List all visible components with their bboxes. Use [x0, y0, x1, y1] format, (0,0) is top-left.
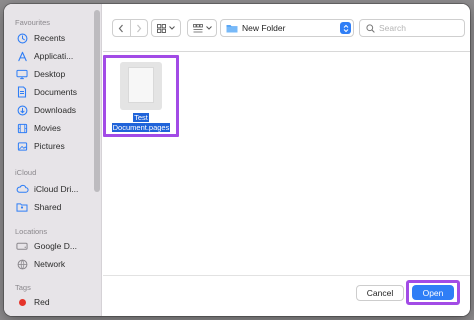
file-name-line1: Test: [133, 113, 149, 122]
cancel-button[interactable]: Cancel: [356, 285, 404, 301]
shared-folder-icon: [15, 200, 29, 214]
sidebar-item-label: Documents: [34, 87, 77, 97]
document-icon: [15, 85, 29, 99]
location-label: New Folder: [242, 23, 286, 33]
sidebar-item-label: Downloads: [34, 105, 77, 115]
applications-icon: [15, 49, 29, 63]
search-input[interactable]: [379, 23, 459, 33]
sidebar-item-documents[interactable]: Documents: [15, 84, 93, 100]
sidebar-item-label: Movies: [34, 123, 61, 133]
file-browser: Test Document.pages: [103, 53, 470, 316]
file-name: Test Document.pages: [108, 113, 174, 132]
sidebar-item-label: iCloud Dri...: [34, 184, 79, 194]
chevron-left-icon: [118, 24, 124, 32]
sidebar-item-movies[interactable]: Movies: [15, 120, 93, 136]
sidebar-item-label: Shared: [34, 202, 62, 212]
grid-view-icon: [157, 23, 166, 33]
group-icon: [192, 23, 203, 32]
chevron-right-icon: [136, 24, 142, 32]
pictures-icon: [15, 139, 29, 153]
drive-icon: [15, 239, 29, 253]
up-down-chevron-icon: [343, 24, 348, 32]
sidebar-item-applications[interactable]: Applicati...: [15, 48, 93, 64]
red-tag-icon: [15, 295, 29, 309]
folder-icon: [226, 24, 238, 32]
locations-header: Locations: [15, 227, 48, 236]
sidebar-item-label: Google D...: [34, 241, 77, 251]
sidebar-item-shared[interactable]: Shared: [15, 199, 93, 215]
sidebar-item-label: Red: [34, 297, 50, 307]
sidebar-item-label: Applicati...: [34, 51, 74, 61]
desktop-icon: [15, 67, 29, 81]
forward-button[interactable]: [129, 20, 148, 36]
sidebar-item-label: Network: [34, 259, 66, 269]
sidebar-item-tag-red[interactable]: Red: [15, 294, 93, 310]
open-file-dialog: Favourites Recents Applicati... Desktop …: [4, 4, 470, 316]
chevron-down-icon: [205, 26, 212, 30]
film-icon: [15, 121, 29, 135]
toolbar: New Folder: [103, 4, 470, 52]
sidebar-item-google-drive[interactable]: Google D...: [15, 238, 93, 254]
pages-document-icon: [120, 62, 162, 110]
sidebar-item-downloads[interactable]: Downloads: [15, 102, 93, 118]
view-mode-button[interactable]: [151, 19, 181, 37]
tags-header: Tags: [15, 283, 31, 292]
open-button-highlight: Open: [406, 280, 460, 305]
file-name-line2: Document.pages: [111, 122, 171, 132]
sidebar: Favourites Recents Applicati... Desktop …: [4, 4, 102, 316]
cloud-icon: [15, 182, 29, 196]
sidebar-item-network[interactable]: Network: [15, 256, 93, 272]
search-field[interactable]: [359, 19, 465, 37]
location-stepper[interactable]: [340, 22, 351, 34]
sidebar-item-label: Pictures: [34, 141, 65, 151]
network-icon: [15, 257, 29, 271]
back-button[interactable]: [113, 20, 130, 36]
group-by-button[interactable]: [187, 19, 217, 37]
sidebar-item-recents[interactable]: Recents: [15, 30, 93, 46]
file-item[interactable]: Test Document.pages: [103, 55, 179, 137]
sidebar-item-label: Recents: [34, 33, 66, 43]
footer-divider: [103, 275, 470, 276]
navigation-buttons: [112, 19, 148, 37]
chevron-down-icon: [169, 26, 175, 30]
sidebar-item-desktop[interactable]: Desktop: [15, 66, 93, 82]
sidebar-item-label: Desktop: [34, 69, 66, 79]
clock-icon: [15, 31, 29, 45]
download-icon: [15, 103, 29, 117]
location-popup[interactable]: New Folder: [220, 19, 354, 37]
sidebar-scrollbar[interactable]: [94, 10, 100, 192]
open-button[interactable]: Open: [412, 285, 454, 300]
icloud-header: iCloud: [15, 168, 37, 177]
sidebar-item-pictures[interactable]: Pictures: [15, 138, 93, 154]
favourites-header: Favourites: [15, 18, 51, 27]
search-icon: [366, 23, 375, 33]
sidebar-item-icloud-drive[interactable]: iCloud Dri...: [15, 181, 93, 197]
